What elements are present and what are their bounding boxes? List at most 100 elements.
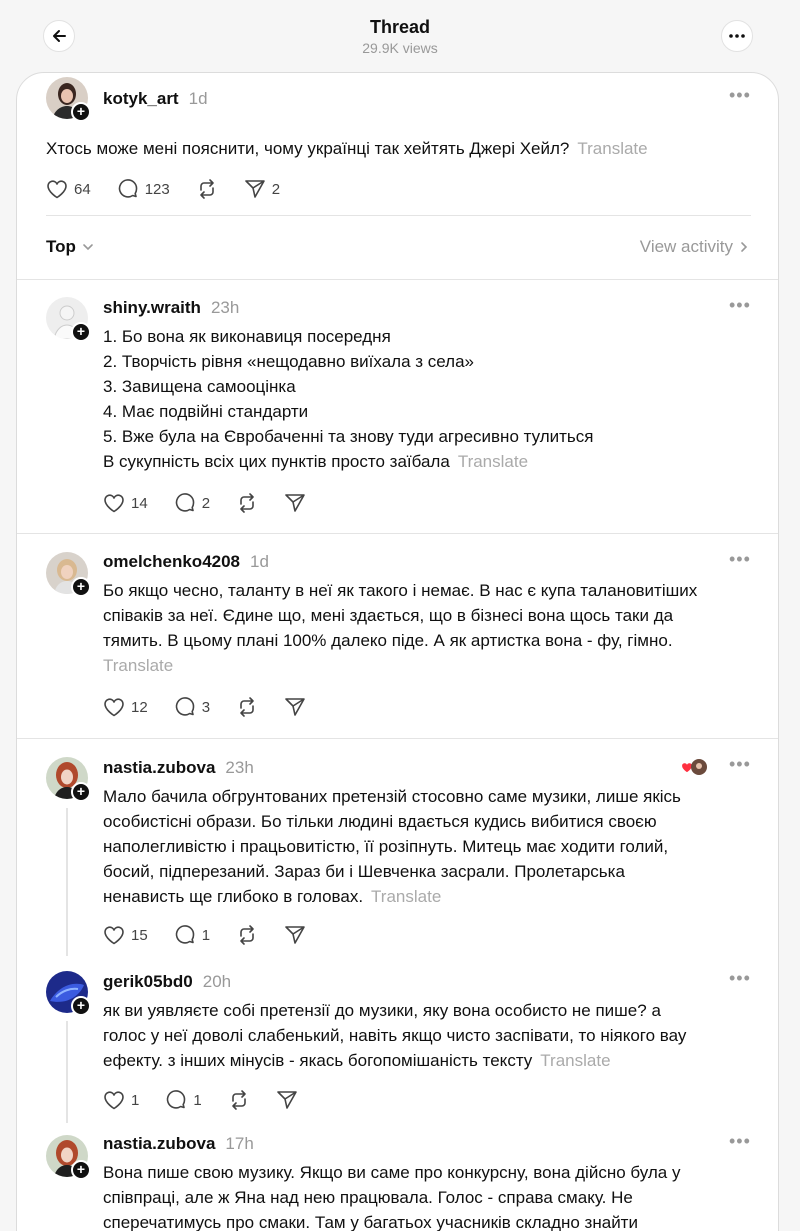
avatar xyxy=(691,759,707,775)
repost-button[interactable] xyxy=(228,1089,250,1111)
post-time: 23h xyxy=(210,298,240,317)
text-line: особистісні образи. Бо тільки людині вда… xyxy=(103,812,657,831)
translate-link[interactable]: Translate xyxy=(103,656,173,675)
post-more-icon[interactable]: ••• xyxy=(729,968,751,989)
post-more-icon[interactable]: ••• xyxy=(729,1131,751,1152)
text-line-content: ненависть ще глибоко в головах. xyxy=(103,887,364,906)
follow-plus-icon[interactable]: + xyxy=(71,996,91,1016)
more-icon xyxy=(729,34,745,38)
text-line-content: ефекту. з інших мінусів - якась богопомі… xyxy=(103,1051,533,1070)
reply-actions: 15 1 xyxy=(103,924,332,946)
like-count: 14 xyxy=(131,494,148,512)
like-button[interactable]: 15 xyxy=(103,925,148,945)
reply-count: 123 xyxy=(144,180,170,198)
like-count: 64 xyxy=(74,180,91,198)
username[interactable]: shiny.wraith xyxy=(103,298,201,317)
reply-text: 1. Бо вона як виконавиця посередня 2. Тв… xyxy=(103,324,594,474)
heart-icon xyxy=(104,926,124,945)
reply-item: + nastia.zubova 23h ••• Мало бачила обгру… xyxy=(17,739,778,953)
reply-button[interactable]: 3 xyxy=(174,696,210,718)
text-line: наполегливістю і працьовитістю, її розіп… xyxy=(103,837,669,856)
username[interactable]: nastia.zubova xyxy=(103,1134,215,1153)
comment-icon xyxy=(175,493,194,512)
like-button[interactable]: 12 xyxy=(103,697,148,717)
share-button[interactable]: 2 xyxy=(244,179,280,199)
username[interactable]: omelchenko4208 xyxy=(103,552,240,571)
username[interactable]: gerik05bd0 xyxy=(103,972,193,991)
translate-link[interactable]: Translate xyxy=(577,139,647,158)
follow-plus-icon[interactable]: + xyxy=(71,782,91,802)
follow-plus-icon[interactable]: + xyxy=(71,102,91,122)
header-more-button[interactable] xyxy=(721,20,753,52)
repost-icon xyxy=(240,925,254,945)
follow-plus-icon[interactable]: + xyxy=(71,577,91,597)
post-actions: 64 123 2 xyxy=(46,178,306,200)
repost-button[interactable] xyxy=(236,696,258,718)
like-count: 1 xyxy=(131,1091,140,1109)
heart-icon xyxy=(104,494,124,513)
thread-header: Thread 29.9K views xyxy=(0,0,800,72)
reply-button[interactable]: 1 xyxy=(174,924,210,946)
like-button[interactable]: 14 xyxy=(103,493,148,513)
views-count: 29.9K views xyxy=(362,40,438,56)
view-activity-link[interactable]: View activity xyxy=(640,237,751,257)
like-count: 15 xyxy=(131,926,148,944)
share-button[interactable] xyxy=(284,697,306,717)
post-more-icon[interactable]: ••• xyxy=(729,295,751,316)
repost-button[interactable] xyxy=(236,492,258,514)
username[interactable]: nastia.zubova xyxy=(103,758,215,777)
text-line: ефекту. з інших мінусів - якась богопомі… xyxy=(103,1048,686,1073)
repost-icon xyxy=(231,1090,246,1110)
post-more-icon[interactable]: ••• xyxy=(729,85,751,106)
text-line: босий, підперезаний. Зараз би і Шевченка… xyxy=(103,862,625,881)
share-button[interactable] xyxy=(284,493,306,513)
reply-button[interactable]: 1 xyxy=(165,1089,202,1111)
follow-plus-icon[interactable]: + xyxy=(71,322,91,342)
share-button[interactable] xyxy=(276,1090,298,1110)
reply-count: 1 xyxy=(201,926,211,944)
reply-count: 3 xyxy=(201,698,211,716)
text-line: співаків за неї. Єдине що, мені здається… xyxy=(103,606,674,625)
translate-link[interactable]: Translate xyxy=(540,1051,610,1070)
text-line: сперечатимусь про смаки. Там у багатьох … xyxy=(103,1213,638,1231)
share-button[interactable] xyxy=(284,925,306,945)
follow-plus-icon[interactable]: + xyxy=(71,1160,91,1180)
repost-icon xyxy=(199,179,214,199)
share-icon xyxy=(285,926,305,944)
chevron-right-icon xyxy=(741,242,748,252)
comment-icon xyxy=(175,697,194,716)
post-time: 1d xyxy=(250,552,269,571)
translate-link[interactable]: Translate xyxy=(458,452,528,471)
username[interactable]: kotyk_art xyxy=(103,89,179,108)
reply-item: + nastia.zubova 17h ••• Вона пише свою му… xyxy=(17,1125,778,1231)
post-time: 23h xyxy=(225,758,254,777)
like-button[interactable]: 64 xyxy=(46,179,91,199)
sort-dropdown[interactable]: Top xyxy=(46,237,95,257)
text-line: 5. Вже була на Євробаченні та знову туди… xyxy=(103,427,594,446)
translate-link[interactable]: Translate xyxy=(371,887,441,906)
view-activity-label: View activity xyxy=(639,237,733,256)
reply-text: Мало бачила обгрунтованих претензій стос… xyxy=(103,784,681,909)
text-line: 2. Творчість рівня «нещодавно виїхала з … xyxy=(103,352,474,371)
reply-button[interactable]: 123 xyxy=(117,178,170,200)
text-line: тямить. В цьому плані 100% далеко піде. … xyxy=(103,631,673,650)
reactors[interactable] xyxy=(681,759,707,775)
post-more-icon[interactable]: ••• xyxy=(729,754,751,775)
heart-icon xyxy=(104,698,124,717)
reply-text: як ви уявляєте собі претензії до музики,… xyxy=(103,998,686,1073)
comment-icon xyxy=(118,179,137,198)
page-title: Thread xyxy=(369,17,430,37)
repost-button[interactable] xyxy=(236,924,258,946)
like-button[interactable]: 1 xyxy=(103,1090,139,1110)
reply-button[interactable]: 2 xyxy=(174,492,210,514)
text-line: Бо якщо чесно, таланту в неї як такого і… xyxy=(103,581,698,600)
chevron-down-icon xyxy=(83,244,93,251)
reply-item: + omelchenko4208 1d ••• Бо якщо чесно, та… xyxy=(17,534,778,738)
repost-icon xyxy=(240,697,254,717)
reply-text: Бо якщо чесно, таланту в неї як такого і… xyxy=(103,578,697,678)
post-more-icon[interactable]: ••• xyxy=(729,549,751,570)
text-line: В сукупність всіх цих пунктів просто заї… xyxy=(103,449,594,474)
text-line: Мало бачила обгрунтованих претензій стос… xyxy=(103,787,681,806)
sort-label: Top xyxy=(46,237,76,256)
repost-button[interactable] xyxy=(196,178,218,200)
